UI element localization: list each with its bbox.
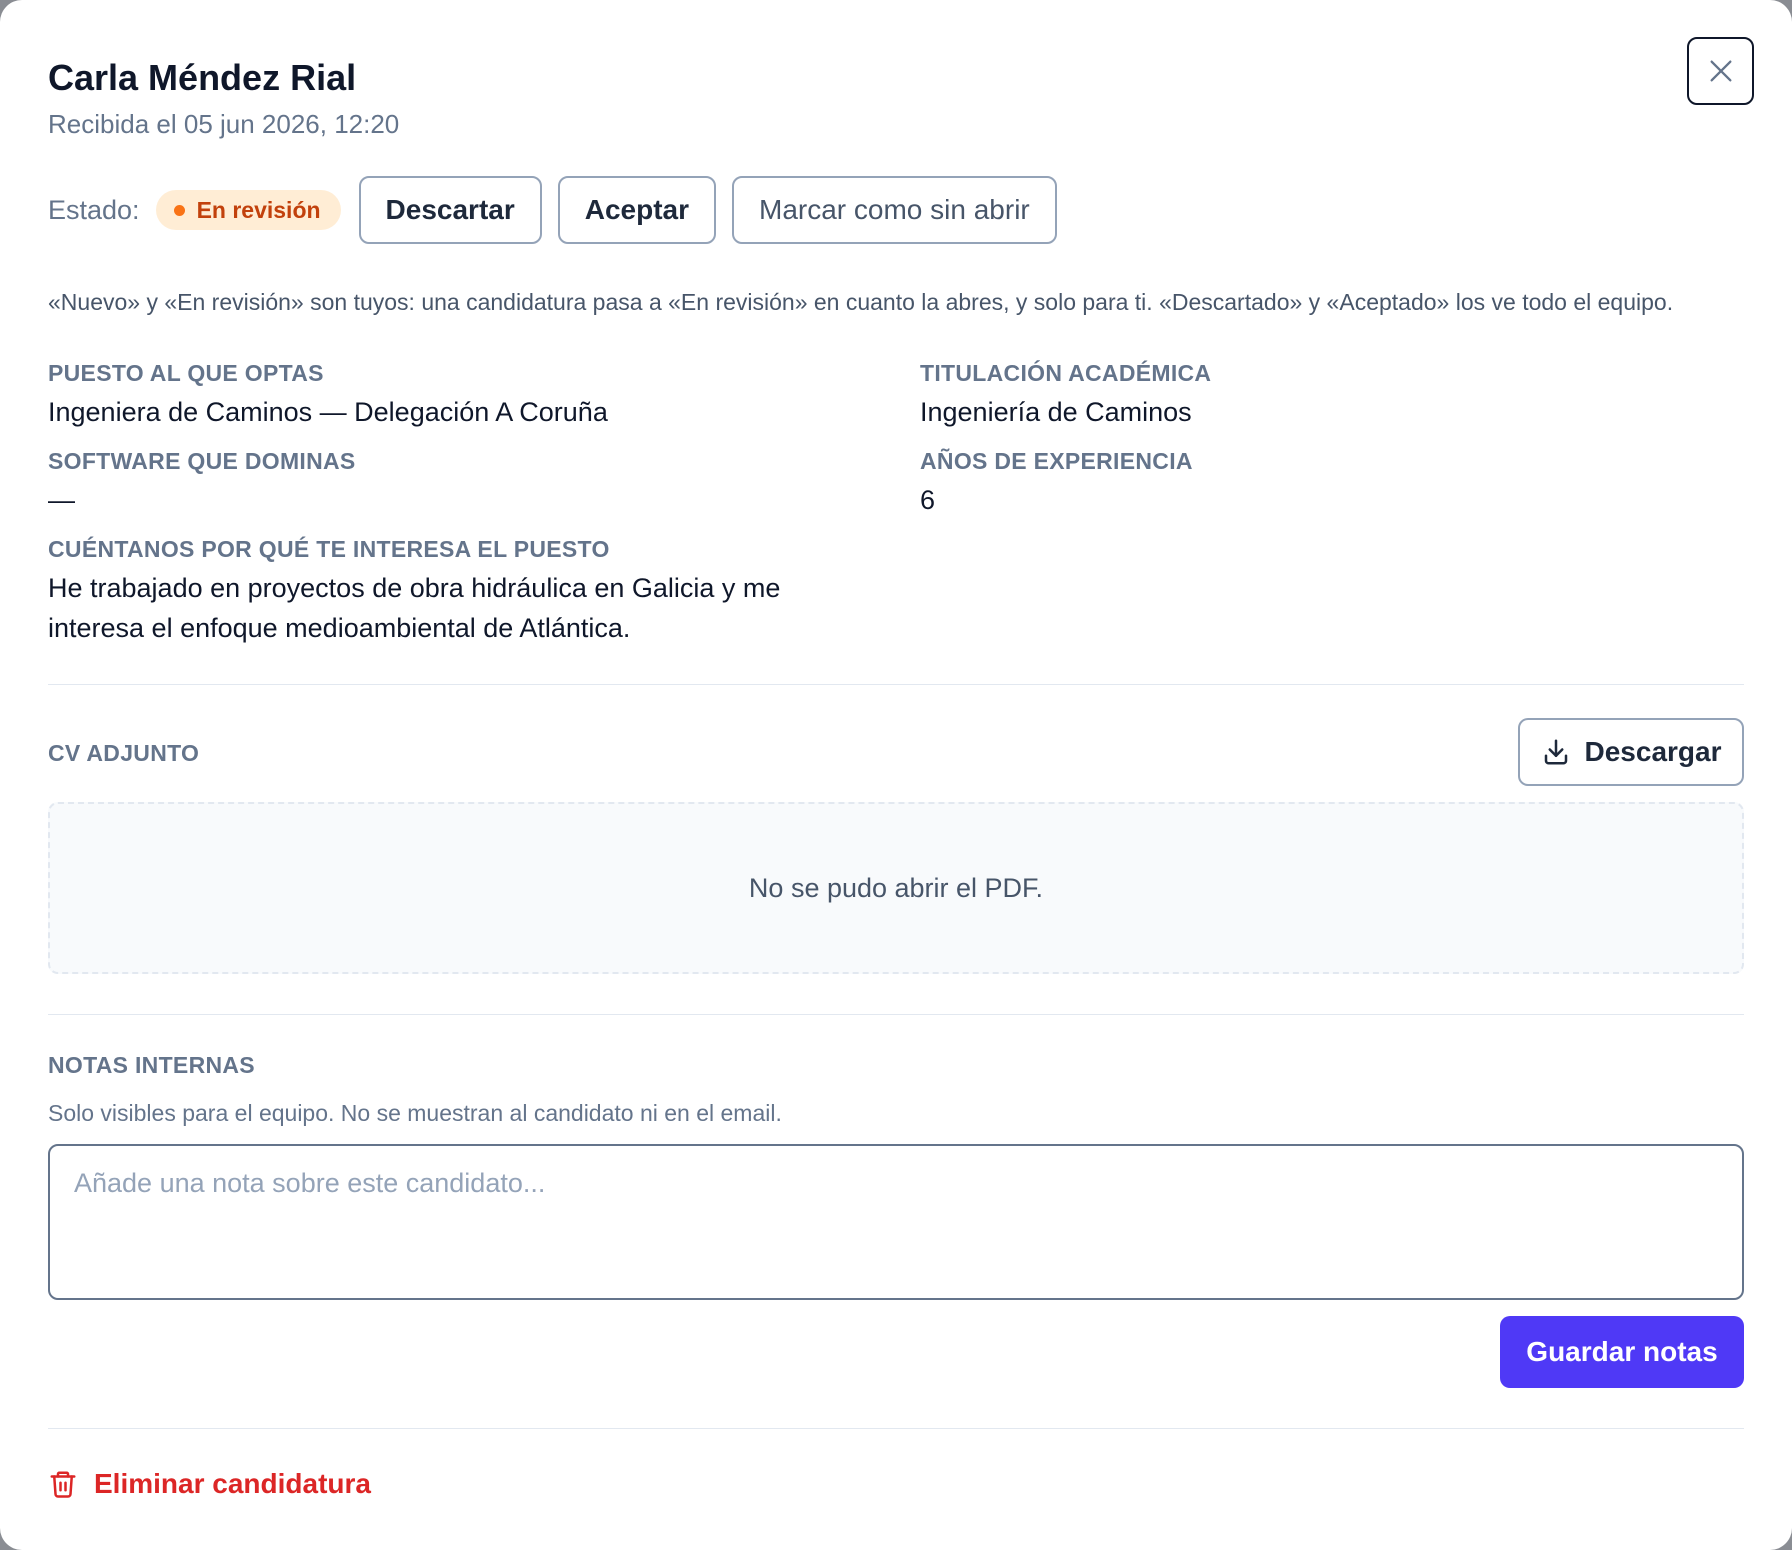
download-label: Descargar — [1584, 736, 1722, 767]
status-info-note: «Nuevo» y «En revisión» son tuyos: una c… — [48, 289, 1674, 315]
notes-section-label: NOTAS INTERNAS — [48, 1052, 255, 1078]
cv-section-label: CV ADJUNTO — [48, 740, 200, 766]
close-icon — [1710, 60, 1731, 82]
notes-textarea[interactable] — [48, 1144, 1744, 1300]
field-value: 6 — [920, 485, 936, 515]
delete-application-button[interactable]: Eliminar candidatura — [48, 1462, 371, 1506]
field-value: — — [48, 485, 75, 515]
field-motivation: CUÉNTANOS POR QUÉ TE INTERESA EL PUESTO … — [48, 534, 868, 648]
download-cv-button[interactable]: Descargar — [1518, 718, 1744, 786]
field-software: SOFTWARE QUE DOMINAS — — [48, 446, 356, 520]
received-date: Recibida el 05 jun 2026, 12:20 — [48, 109, 400, 139]
status-row: Estado: En revisión Descartar Aceptar Ma… — [48, 176, 1073, 244]
field-position: PUESTO AL QUE OPTAS Ingeniera de Caminos… — [48, 358, 608, 432]
discard-button[interactable]: Descartar — [358, 176, 542, 244]
status-badge-text: En revisión — [196, 196, 321, 223]
status-dot-icon — [173, 204, 185, 216]
notes-help-text: Solo visibles para el equipo. No se mues… — [48, 1100, 782, 1126]
field-value: Ingeniera de Caminos — Delegación A Coru… — [48, 397, 608, 427]
field-experience: AÑOS DE EXPERIENCIA 6 — [920, 446, 1193, 520]
field-label: PUESTO AL QUE OPTAS — [48, 360, 324, 386]
field-label: AÑOS DE EXPERIENCIA — [920, 448, 1193, 474]
pdf-preview: No se pudo abrir el PDF. — [48, 802, 1744, 974]
field-label: TITULACIÓN ACADÉMICA — [920, 360, 1212, 386]
pdf-error-message: No se pudo abrir el PDF. — [748, 872, 1044, 903]
accept-button[interactable]: Aceptar — [557, 176, 717, 244]
field-label: CUÉNTANOS POR QUÉ TE INTERESA EL PUESTO — [48, 536, 610, 562]
application-modal: Carla Méndez Rial Recibida el 05 jun 202… — [0, 0, 1792, 1550]
field-value-line: He trabajado en proyectos de obra hidráu… — [48, 573, 781, 603]
field-label: SOFTWARE QUE DOMINAS — [48, 448, 356, 474]
field-value-line: interesa el enfoque medioambiental de At… — [48, 613, 631, 643]
close-button[interactable] — [1687, 37, 1754, 105]
status-badge: En revisión — [155, 190, 341, 230]
field-degree: TITULACIÓN ACADÉMICA Ingeniería de Camin… — [920, 358, 1211, 432]
mark-unopened-button[interactable]: Marcar como sin abrir — [732, 176, 1057, 244]
candidate-name: Carla Méndez Rial — [48, 57, 357, 98]
download-icon — [1544, 739, 1567, 765]
save-notes-button[interactable]: Guardar notas — [1500, 1316, 1744, 1388]
divider — [48, 684, 1744, 685]
field-value: Ingeniería de Caminos — [920, 397, 1192, 427]
divider — [48, 1014, 1744, 1015]
divider — [48, 1428, 1744, 1429]
delete-label: Eliminar candidatura — [94, 1468, 371, 1499]
status-label: Estado: — [48, 194, 140, 225]
trash-icon — [50, 1471, 76, 1498]
